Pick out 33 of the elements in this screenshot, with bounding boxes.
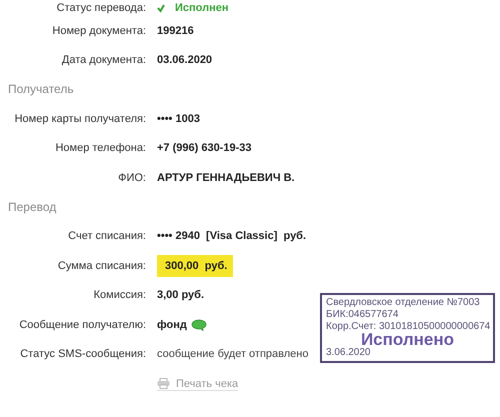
field-value: 3,00 руб.	[157, 289, 204, 302]
field-label: Сумма списания:	[58, 260, 146, 272]
field-value: 199216	[157, 24, 194, 37]
chat-bubble-icon	[190, 318, 207, 331]
section-title: Получатель	[7, 81, 75, 98]
printer-icon	[157, 378, 170, 389]
stamp-status: Исполнено	[360, 333, 456, 347]
field-label: ФИО:	[118, 172, 146, 184]
section-title: Перевод	[7, 198, 58, 216]
status-value: Исполнен	[157, 2, 229, 14]
field-label: Номер карты получателя:	[14, 112, 146, 125]
stamp-date: 3.06.2020	[326, 347, 372, 359]
field-label: Номер документа:	[52, 24, 146, 37]
check-icon	[157, 4, 165, 12]
field-value: сообщение будет отправлено	[157, 348, 308, 360]
field-value: фонд	[157, 318, 187, 331]
field-label: Статус перевода:	[56, 2, 146, 14]
stamp-text: Свердловское отделение №7003	[326, 297, 481, 309]
field-value: •••• 1003	[157, 112, 200, 125]
field-label: Сообщение получателю:	[19, 318, 146, 331]
stamp-text: Корр.Счет: 30101810500000000674	[326, 321, 489, 333]
print-receipt-link[interactable]: Печать чека	[157, 378, 238, 390]
stamp-text: БИК:046577674	[326, 309, 400, 321]
field-label: Комиссия:	[94, 289, 146, 302]
amount-value: 300,00 руб.	[157, 254, 234, 277]
field-label: Дата документа:	[62, 54, 146, 66]
field-value: •••• 2940 [Visa Classic] руб.	[157, 230, 306, 242]
field-label: Номер телефона:	[55, 142, 146, 154]
field-value: 03.06.2020	[157, 54, 212, 66]
field-label: Счет списания:	[68, 230, 146, 242]
field-value: АРТУР ГЕННАДЬЕВИЧ В.	[157, 172, 295, 184]
field-label: Статус SMS-сообщения:	[20, 348, 146, 360]
field-value: +7 (996) 630-19-33	[157, 142, 252, 154]
